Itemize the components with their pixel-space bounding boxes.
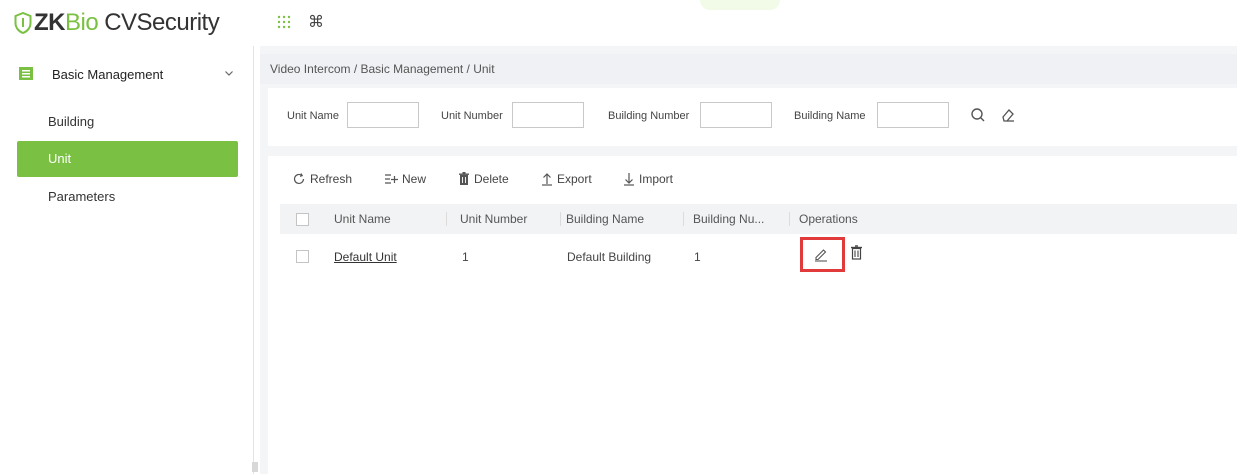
building-number-input[interactable] <box>700 102 772 128</box>
refresh-icon <box>293 173 305 185</box>
edit-pencil-icon[interactable] <box>813 246 829 262</box>
delete-button[interactable]: Delete <box>458 170 509 188</box>
shield-icon <box>14 12 32 34</box>
trash-icon <box>459 172 469 185</box>
unit-number-input[interactable] <box>512 102 584 128</box>
sidebar-collapse-handle[interactable] <box>252 462 258 472</box>
building-name-input[interactable] <box>877 102 949 128</box>
eraser-icon[interactable] <box>995 102 1021 128</box>
column-header-unit-number[interactable]: Unit Number <box>460 204 560 234</box>
sidebar-section-basic-management[interactable]: Basic Management <box>0 56 252 92</box>
table-row: Default Unit 1 Default Building 1 <box>280 236 1237 278</box>
filter-label-unit-name: Unit Name <box>287 110 339 122</box>
top-bar: ZK Bio CVSecurity ⌘ <box>0 0 1237 46</box>
export-button[interactable]: Export <box>541 170 592 188</box>
building-name-cell: Default Building <box>567 250 652 264</box>
list-box-icon <box>19 67 33 80</box>
chevron-down-icon <box>225 71 233 76</box>
add-list-icon <box>385 174 398 184</box>
sidebar: Basic Management Building Unit Parameter… <box>0 46 258 474</box>
sidebar-item-unit[interactable]: Unit <box>17 141 238 177</box>
import-button[interactable]: Import <box>623 170 673 188</box>
column-header-unit-name[interactable]: Unit Name <box>334 204 444 234</box>
column-header-building-number[interactable]: Building Nu... <box>693 204 783 234</box>
building-number-cell: 1 <box>694 250 701 264</box>
app-logo[interactable]: ZK Bio CVSecurity <box>14 9 220 37</box>
import-label: Import <box>639 172 674 186</box>
table-panel: Refresh New Delete Export Import Unit Na… <box>268 156 1237 474</box>
select-all-checkbox[interactable] <box>296 213 309 226</box>
search-icon[interactable] <box>965 102 991 128</box>
grid-dots-icon[interactable] <box>276 14 292 30</box>
sidebar-item-parameters[interactable]: Parameters <box>17 179 238 215</box>
column-divider <box>789 212 790 226</box>
table-toolbar: Refresh New Delete Export Import <box>268 156 1237 200</box>
unit-number-cell: 1 <box>462 250 469 264</box>
unit-name-cell[interactable]: Default Unit <box>334 236 397 278</box>
column-header-operations: Operations <box>799 212 858 226</box>
table-header: Unit Name Unit Number Building Name Buil… <box>280 204 1237 234</box>
row-checkbox[interactable] <box>296 250 309 263</box>
new-label: New <box>402 172 427 186</box>
delete-label: Delete <box>474 172 509 186</box>
logo-product-text: CVSecurity <box>104 9 220 36</box>
column-divider <box>446 212 447 226</box>
refresh-label: Refresh <box>310 172 353 186</box>
command-icon[interactable]: ⌘ <box>308 12 324 32</box>
column-header-building-name[interactable]: Building Name <box>566 204 676 234</box>
filter-label-unit-number: Unit Number <box>441 110 503 122</box>
refresh-button[interactable]: Refresh <box>292 170 352 188</box>
new-button[interactable]: New <box>384 170 426 188</box>
header-decoration <box>700 0 780 10</box>
trash-icon[interactable] <box>850 245 863 260</box>
filter-label-building-number: Building Number <box>608 110 690 122</box>
logo-zk-text: ZK <box>34 9 66 36</box>
download-arrow-icon <box>624 173 634 186</box>
upload-arrow-icon <box>542 173 552 186</box>
sidebar-item-building[interactable]: Building <box>17 104 238 140</box>
unit-name-input[interactable] <box>347 102 419 128</box>
filter-label-building-name: Building Name <box>794 110 866 122</box>
export-label: Export <box>557 172 592 186</box>
main-content: Video Intercom / Basic Management / Unit… <box>260 46 1237 474</box>
column-divider <box>683 212 684 226</box>
breadcrumb: Video Intercom / Basic Management / Unit <box>260 54 1237 84</box>
logo-bio-text: Bio <box>65 9 99 36</box>
sidebar-section-label: Basic Management <box>52 67 164 82</box>
filter-panel: Unit Name Unit Number Building Number Bu… <box>268 88 1237 146</box>
column-divider <box>560 212 561 226</box>
